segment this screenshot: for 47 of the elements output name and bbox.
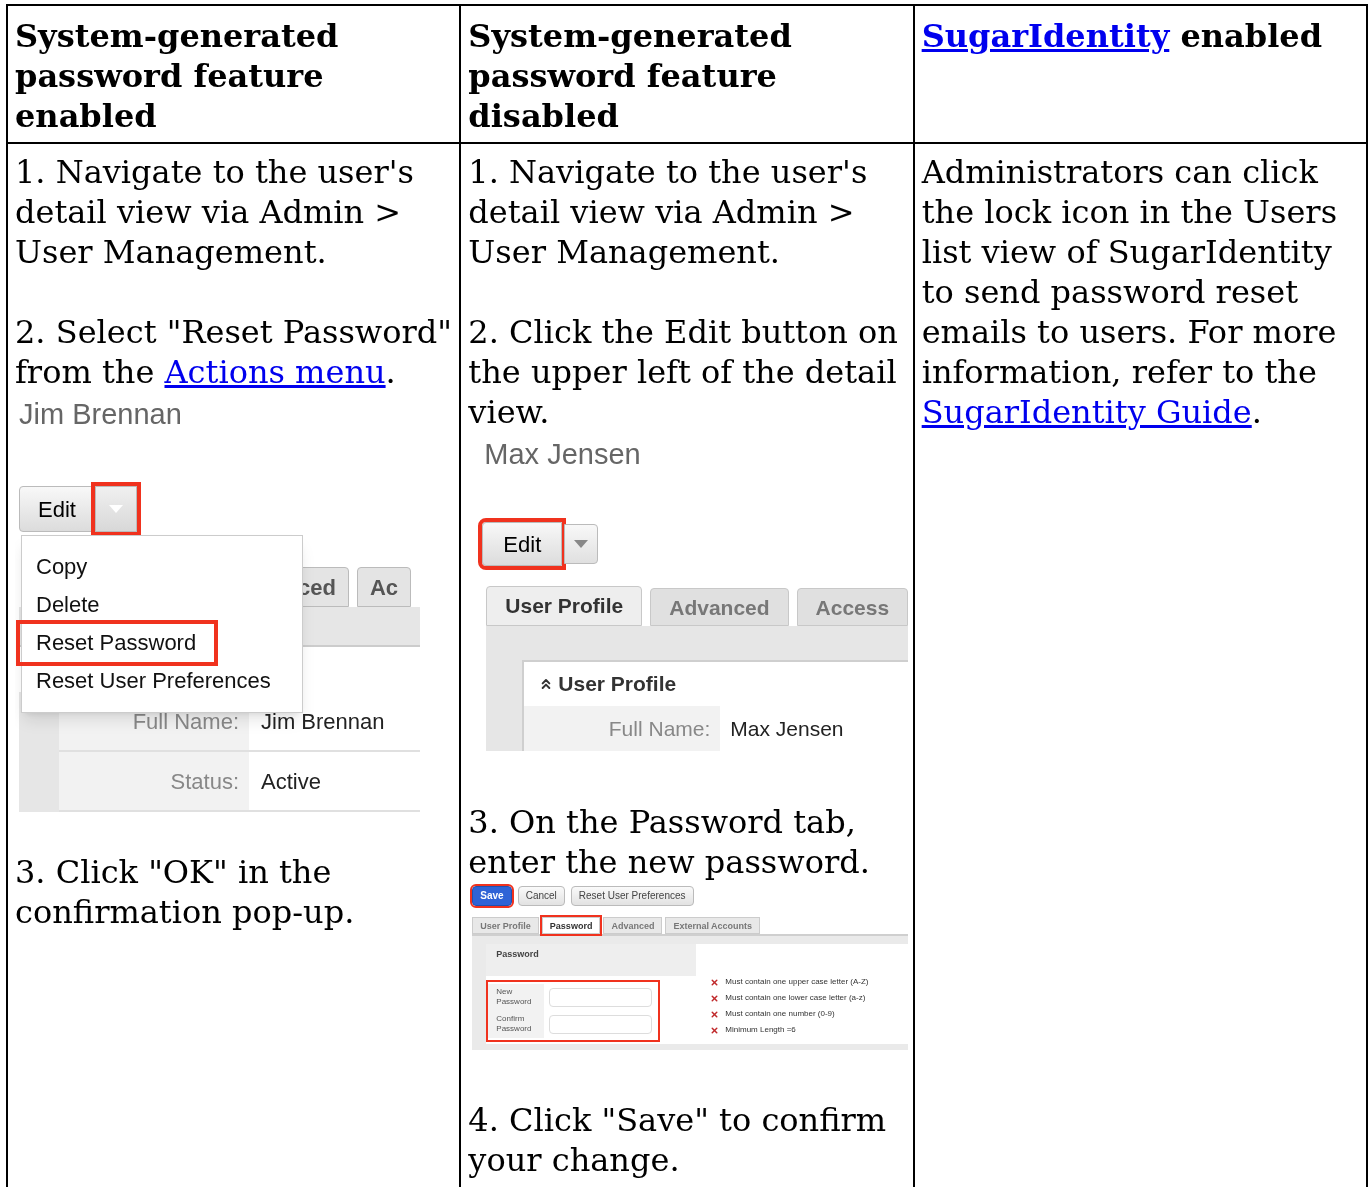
toolbar-button[interactable]: Cancel (517, 886, 565, 906)
instruction-text: Administrators can click the lock icon in the Users list view of SugarIdentity to send password reset emails to users. For more information, refer to the SugarIdentity Guide. (921, 152, 1339, 432)
password-rule: Minimum Length =6 (725, 1024, 796, 1036)
user-name-heading: Max Jensen (483, 437, 642, 472)
cross-icon (710, 1025, 720, 1035)
link[interactable]: Actions menu (164, 353, 386, 391)
toolbar-button[interactable]: Reset User Preferences (570, 886, 694, 906)
user-name-heading: Jim Brennan (18, 397, 183, 432)
link[interactable]: SugarIdentity Guide (921, 393, 1252, 431)
instruction-text: 2. Click the Edit button on the upper left of the detail view. (468, 312, 899, 432)
tab[interactable]: User Profile (486, 586, 643, 626)
dropdown-button[interactable] (564, 524, 599, 564)
instruction-text: 1. Navigate to the user's detail view via Admin > User Management. (15, 152, 415, 272)
tab[interactable]: Advanced (603, 917, 663, 934)
caret-icon (574, 540, 589, 548)
instruction-text: 3. On the Password tab, enter the new password. (468, 802, 871, 882)
field-label: New Password (488, 984, 545, 1011)
tab[interactable]: Ac (356, 567, 412, 607)
password-input[interactable] (549, 1015, 653, 1034)
toolbar-button[interactable]: Save (472, 886, 512, 906)
tab[interactable]: External Accounts (665, 917, 761, 934)
instruction-text: 1. Navigate to the user's detail view via Admin > User Management. (468, 152, 869, 272)
tab[interactable]: User Profile (472, 917, 539, 934)
password-input[interactable] (549, 988, 653, 1007)
instruction-text: 3. Click "OK" in the confirmation pop-up. (15, 852, 356, 932)
field-label: Status: (59, 752, 249, 810)
field-label: Full Name: (524, 706, 721, 751)
field-value: Active (260, 768, 321, 796)
cross-icon (710, 977, 720, 987)
password-rule: Must contain one lower case letter (a-z) (725, 992, 866, 1004)
field-label: Confirm Password (488, 1011, 545, 1038)
password-rule: Must contain one number (0-9) (725, 1008, 835, 1020)
field-value: Jim Brennan (260, 708, 385, 736)
column-header: System-generated password feature enabled (7, 5, 461, 143)
column-header: System-generated password feature disabled (460, 5, 914, 143)
link[interactable]: SugarIdentity (921, 17, 1170, 55)
panel-title: User Profile (558, 671, 677, 698)
instruction-text: 2. Select "Reset Password" from the Actions menu. (15, 312, 453, 392)
cross-icon (710, 993, 720, 1003)
cross-icon (710, 1009, 720, 1019)
field-value: Max Jensen (729, 716, 844, 742)
section-heading: Password (486, 944, 697, 976)
password-rule: Must contain one upper case letter (A-Z) (725, 976, 869, 988)
tab[interactable]: Password (541, 917, 601, 934)
caret-icon (108, 505, 123, 513)
column-header: SugarIdentity enabled (913, 5, 1367, 143)
instruction-text: 4. Click "Save" to confirm your change. (468, 1100, 888, 1180)
